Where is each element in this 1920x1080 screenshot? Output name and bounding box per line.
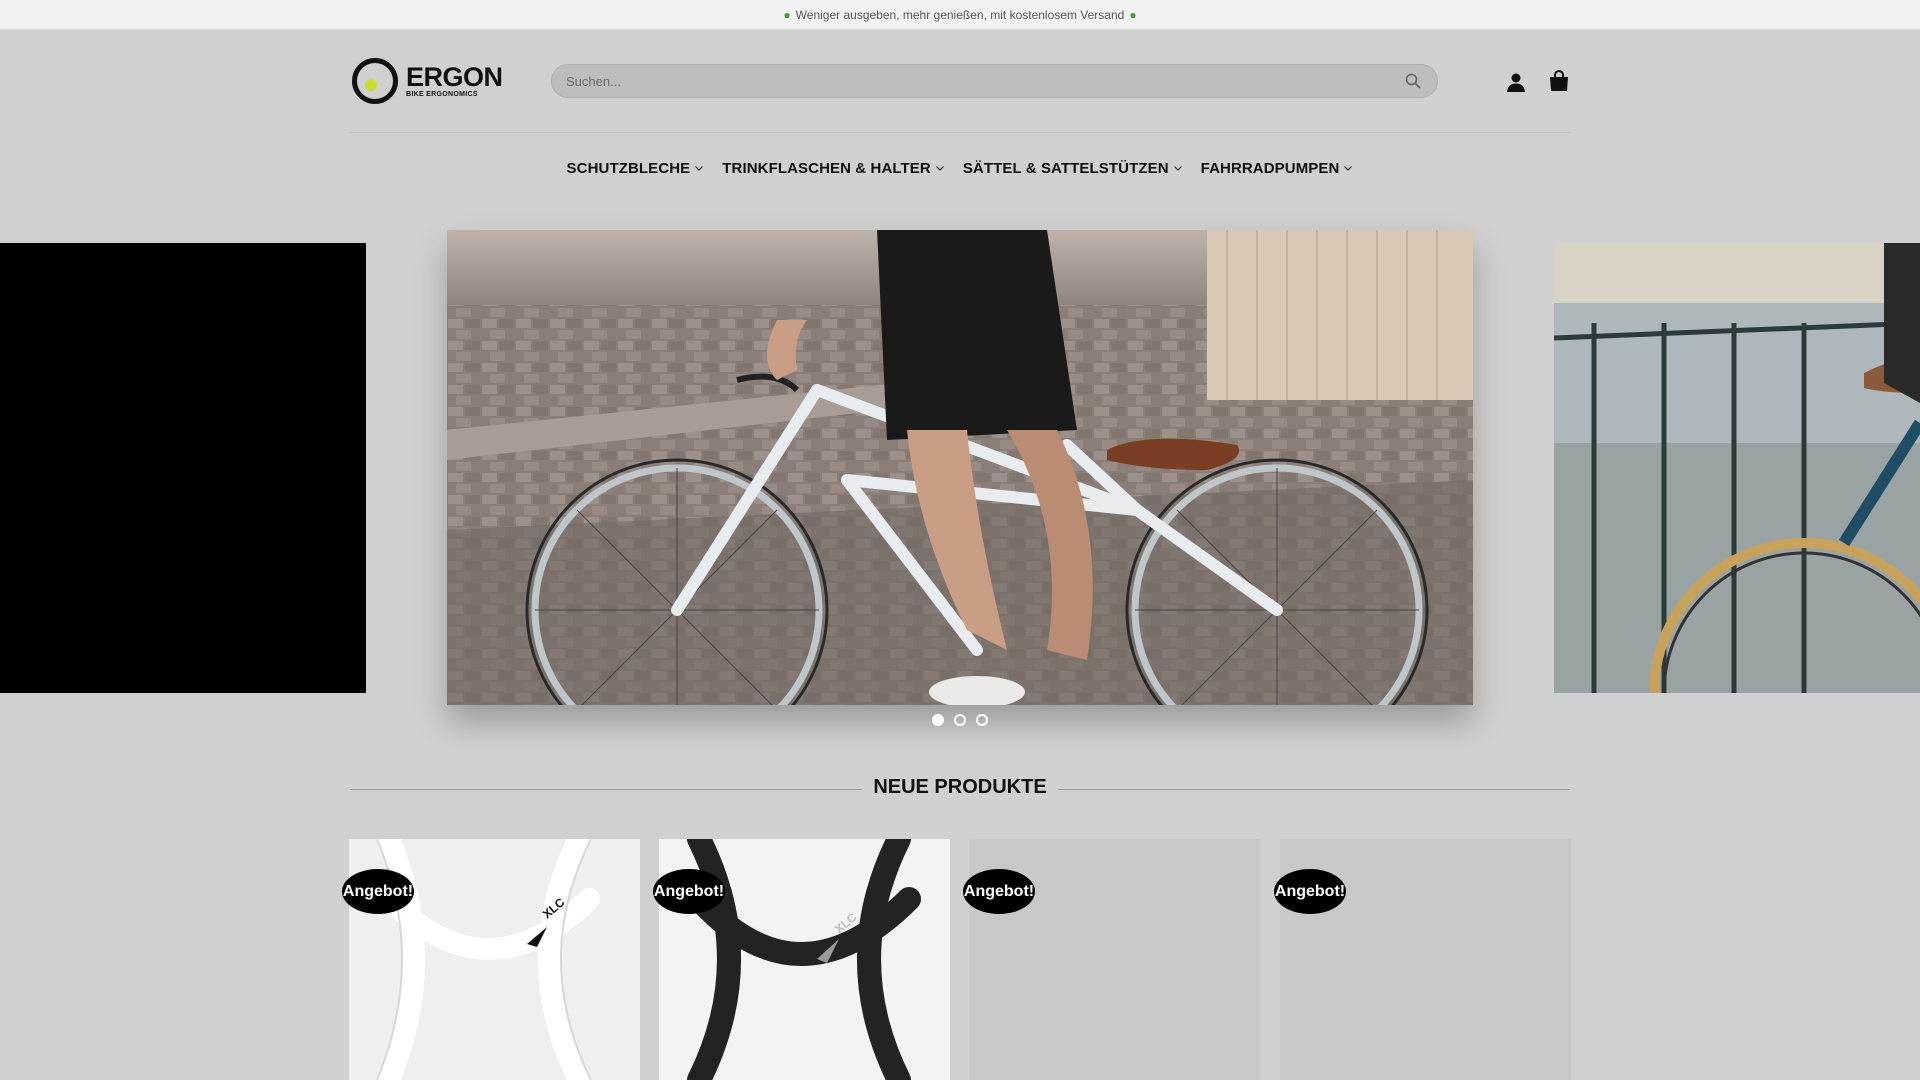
nav-item-fahrradpumpen[interactable]: FAHRRADPUMPEN — [1201, 156, 1354, 180]
slider-dot-3[interactable] — [976, 714, 988, 726]
site-logo[interactable]: ERGON BIKE ERGONOMICS — [352, 57, 522, 105]
slide-previous[interactable] — [0, 243, 366, 693]
chevron-down-icon — [695, 166, 704, 171]
chevron-down-icon — [935, 166, 944, 171]
logo-word: ERGON — [406, 62, 503, 92]
section-divider-left — [350, 789, 862, 790]
nav-label: FAHRRADPUMPEN — [1200, 159, 1340, 177]
money-icon: ● — [1129, 7, 1137, 22]
user-icon[interactable] — [1505, 71, 1527, 93]
nav-label: SCHUTZBLECHE — [566, 159, 691, 177]
promo-text: Weniger ausgeben, mehr genießen, mit kos… — [795, 7, 1125, 22]
sale-badge: Angebot! — [963, 869, 1035, 914]
search-icon[interactable] — [1403, 71, 1423, 91]
search-bar — [551, 64, 1438, 98]
nav-label: SÄTTEL & SATTELSTÜTZEN — [962, 159, 1169, 177]
slide-active-image[interactable] — [447, 230, 1473, 705]
sale-badge: Angebot! — [342, 869, 414, 914]
slider-dots — [932, 714, 988, 726]
section-divider-right — [1058, 789, 1570, 790]
chevron-down-icon — [1344, 166, 1353, 171]
sale-badge: Angebot! — [653, 869, 725, 914]
logo-subtitle: BIKE ERGONOMICS — [406, 91, 478, 98]
promo-bar: ● Weniger ausgeben, mehr genießen, mit k… — [0, 0, 1920, 30]
chevron-down-icon — [1173, 166, 1182, 171]
logo-text: ERGON BIKE ERGONOMICS — [406, 62, 503, 99]
nav-item-saettel[interactable]: SÄTTEL & SATTELSTÜTZEN — [963, 156, 1183, 180]
section-title: NEUE PRODUKTE — [873, 776, 1047, 798]
slide-next[interactable] — [1554, 243, 1920, 693]
cart-icon[interactable] — [1547, 69, 1571, 93]
money-icon: ● — [783, 7, 791, 22]
search-input[interactable] — [566, 73, 1403, 89]
logo-mark-icon — [352, 58, 398, 104]
sale-badge: Angebot! — [1274, 869, 1346, 914]
nav-item-trinkflaschen[interactable]: TRINKFLASCHEN & HALTER — [722, 156, 945, 180]
slider-dot-2[interactable] — [954, 714, 966, 726]
main-nav: SCHUTZBLECHE TRINKFLASCHEN & HALTER SÄTT… — [0, 156, 1920, 180]
header-divider — [350, 132, 1570, 133]
slider-dot-1[interactable] — [932, 714, 944, 726]
nav-item-schutzbleche[interactable]: SCHUTZBLECHE — [567, 156, 705, 180]
nav-label: TRINKFLASCHEN & HALTER — [722, 159, 931, 177]
